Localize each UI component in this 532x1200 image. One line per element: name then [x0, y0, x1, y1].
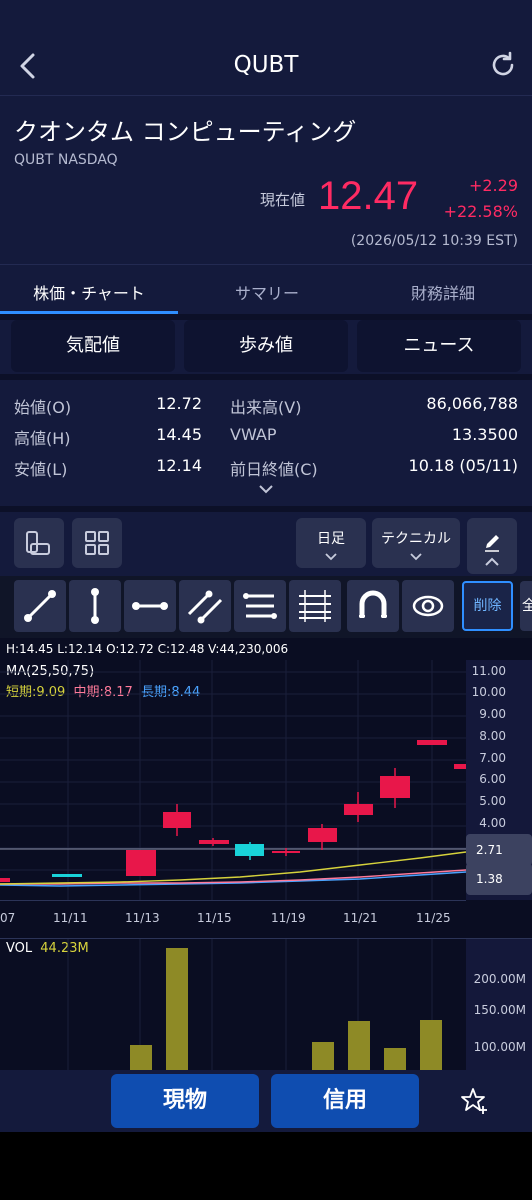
vertical-line-tool[interactable] [69, 580, 121, 632]
visibility-tool[interactable] [402, 580, 454, 632]
volume-value: 86,066,788 [426, 394, 518, 413]
expand-chevron-icon[interactable] [257, 482, 275, 496]
x-tick: 11/19 [271, 911, 306, 925]
stock-name: クオンタム コンピューティング [14, 118, 357, 146]
y-tick: 7.00 [479, 751, 506, 765]
magnet-icon [359, 590, 387, 618]
fibonacci-tool[interactable] [289, 580, 341, 632]
price-chart[interactable]: H:14.45 L:12.14 O:12.72 C:12.48 V:44,230… [0, 638, 532, 938]
x-tick: 11/15 [197, 911, 232, 925]
delete-drawing-button[interactable]: 削除 [462, 581, 513, 631]
price-tag-lower: 1.38 [466, 863, 532, 895]
magnet-tool[interactable] [347, 580, 399, 632]
parallel-lines-icon [187, 590, 223, 624]
pen-icon [485, 535, 499, 566]
y-tick: 5.00 [479, 794, 506, 808]
price-tag-upper: 2.71 [466, 834, 532, 866]
rotate-chart-button[interactable] [14, 518, 64, 568]
x-tick: 11/13 [125, 911, 160, 925]
channel-tool[interactable] [234, 580, 286, 632]
channel-icon [243, 593, 277, 619]
horizontal-line-icon [132, 602, 168, 610]
margin-trade-button[interactable]: 信用 [271, 1074, 419, 1128]
volume-tick: 150.00M [473, 1003, 526, 1017]
x-tick: 11/11 [53, 911, 88, 925]
price-timestamp: (2026/05/12 10:39 EST) [350, 233, 518, 249]
y-tick: 4.00 [479, 816, 506, 830]
chart-toolbar: 日足 テクニカル [0, 512, 532, 574]
y-tick: 8.00 [479, 729, 506, 743]
period-label: 日足 [317, 531, 345, 547]
drawing-tools-bar: 削除 全 [0, 576, 532, 638]
tab-financials[interactable]: 財務詳細 [354, 280, 532, 304]
low-label: 安値(L) [14, 460, 68, 479]
y-tick: 11.00 [471, 664, 506, 678]
tab-summary[interactable]: サマリー [178, 280, 356, 304]
draw-tools-toggle[interactable] [467, 518, 517, 574]
x-tick: 11/25 [416, 911, 451, 925]
news-button[interactable]: ニュース [357, 320, 521, 372]
trendline-icon [24, 590, 56, 622]
delete-all-button[interactable]: 全 [520, 581, 532, 631]
page-title: QUBT [233, 52, 299, 78]
cash-trade-button[interactable]: 現物 [111, 1074, 259, 1128]
time-and-sales-button[interactable]: 歩み値 [184, 320, 348, 372]
date-axis: 07 11/11 11/13 11/15 11/19 11/21 11/25 [0, 900, 466, 938]
fibonacci-icon [299, 590, 331, 622]
technical-label: テクニカル [381, 531, 451, 547]
open-label: 始値(O) [14, 398, 72, 417]
app-screen: QUBT クオンタム コンピューティング QUBT NASDAQ 現在値 12.… [0, 0, 532, 1132]
ma-short-line [0, 851, 466, 885]
quote-board-button[interactable]: 気配値 [11, 320, 175, 372]
technical-selector[interactable]: テクニカル [372, 518, 460, 568]
nav-bar: QUBT [0, 0, 532, 96]
high-label: 高値(H) [14, 429, 71, 448]
y-tick: 10.00 [471, 685, 506, 699]
volume-tick: 200.00M [473, 972, 526, 986]
rotate-screen-icon [26, 531, 50, 555]
reload-icon[interactable] [488, 50, 518, 80]
vwap-value: 13.3500 [451, 425, 518, 444]
star-add-icon[interactable] [460, 1086, 490, 1116]
candlestick-plot [0, 660, 466, 900]
grid-icon [85, 531, 109, 555]
price-change-percent: +22.58% [443, 202, 518, 221]
trendline-tool[interactable] [14, 580, 66, 632]
y-tick: 9.00 [479, 707, 506, 721]
volume-label: 出来高(V) [230, 398, 302, 417]
open-value: 12.72 [156, 394, 202, 413]
volume-bars [67, 939, 442, 1071]
low-value: 12.14 [156, 456, 202, 475]
x-tick: 07 [0, 911, 16, 925]
volume-chart[interactable]: VOL 44.23M 200.00M 150.00M 100.00M [0, 938, 532, 1071]
vertical-line-icon [91, 588, 99, 624]
parallel-lines-tool[interactable] [179, 580, 231, 632]
tab-chart[interactable]: 株価・チャート [0, 280, 178, 304]
chevron-down-icon [410, 553, 422, 561]
horizontal-line-tool[interactable] [124, 580, 176, 632]
volume-tick: 100.00M [473, 1040, 526, 1054]
vwap-label: VWAP [230, 425, 277, 444]
x-tick: 11/21 [343, 911, 378, 925]
prev-close-label: 前日終値(C) [230, 460, 318, 479]
layout-grid-button[interactable] [72, 518, 122, 568]
prev-close-value: 10.18 (05/11) [408, 456, 518, 475]
current-price: 12.47 [318, 174, 419, 218]
period-selector[interactable]: 日足 [296, 518, 366, 568]
y-tick: 6.00 [479, 772, 506, 786]
high-value: 14.45 [156, 425, 202, 444]
bottom-actions: 現物 信用 [0, 1070, 532, 1132]
tab-bar: 株価・チャート サマリー 財務詳細 [0, 264, 532, 314]
chevron-down-icon [325, 553, 337, 561]
stock-ticker-exchange: QUBT NASDAQ [14, 152, 118, 168]
price-change: +2.29 [468, 176, 518, 195]
price-label: 現在値 [260, 191, 306, 209]
ohlc-readout: H:14.45 L:12.14 O:12.72 C:12.48 V:44,230… [6, 642, 289, 656]
eye-icon [412, 595, 444, 617]
volume-axis: 200.00M 150.00M 100.00M [466, 939, 532, 1071]
